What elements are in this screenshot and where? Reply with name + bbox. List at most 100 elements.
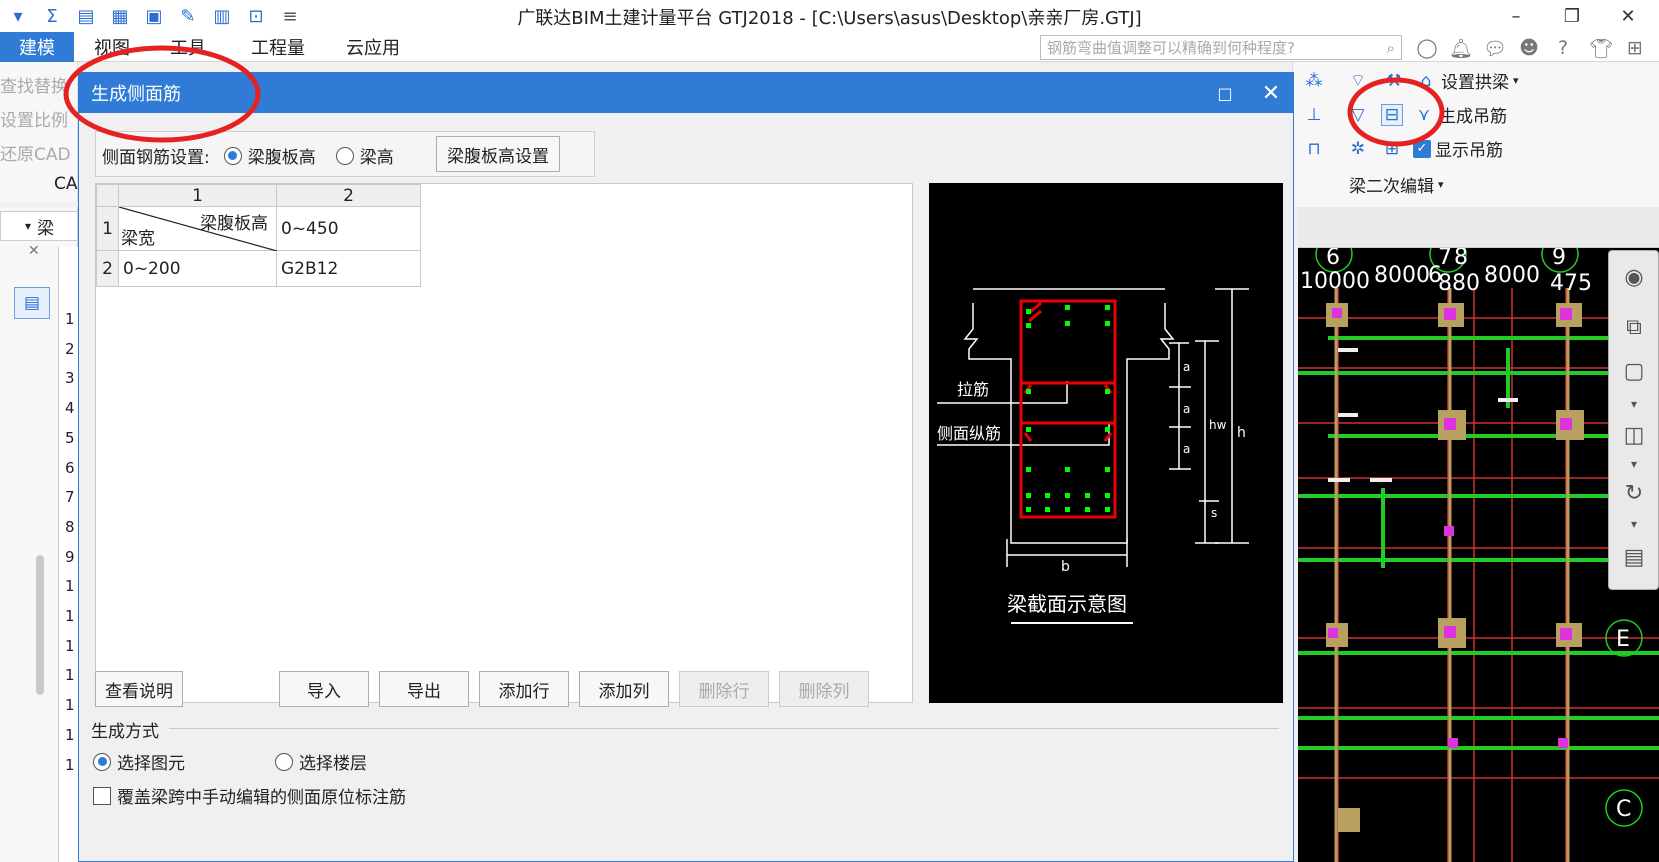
tab-view[interactable]: 视图 — [80, 32, 144, 62]
dim-text: 8000 — [1484, 263, 1540, 288]
row-header[interactable]: 1 — [96, 206, 119, 251]
close-button[interactable]: ✕ — [1606, 0, 1650, 32]
orbit-icon[interactable]: ◉ — [1614, 257, 1654, 297]
rotate-icon[interactable]: ↻ — [1614, 473, 1654, 513]
chevron-down-icon: ▾ — [25, 219, 32, 233]
scrollbar[interactable] — [36, 555, 44, 695]
property-panel-icon[interactable]: ▤ — [14, 287, 50, 319]
service-icon[interactable]: ☻ — [1515, 34, 1543, 62]
left-panel: ▾ 梁 ✕ ▤ 1234567891111111 — [0, 207, 78, 862]
column-header[interactable]: 1 — [118, 184, 277, 207]
snow-icon[interactable]: ✲ — [1347, 138, 1369, 160]
add-row-button[interactable]: 添加行 — [479, 671, 569, 707]
box-view-icon[interactable]: ◫ — [1614, 415, 1654, 455]
radio-label: 梁高 — [359, 148, 394, 168]
delete-column-button[interactable]: 删除列 — [779, 671, 869, 707]
checkbox-checked[interactable]: ✓ — [1413, 139, 1431, 158]
ribbon-set-scale[interactable]: 设置比例 — [0, 106, 78, 131]
radio-web-height[interactable]: 梁腹板高 — [223, 143, 316, 168]
restore-button[interactable]: ❐ — [1550, 0, 1594, 32]
close-icon[interactable]: ✕ — [1249, 73, 1293, 113]
beam-align-icon[interactable]: ⊥ — [1303, 104, 1325, 126]
side-rebar-icon[interactable]: ⊟ — [1381, 103, 1403, 126]
3d-view-icon[interactable]: ⧉ — [1614, 307, 1654, 347]
ribbon-restore-cad[interactable]: 还原CAD — [0, 140, 78, 165]
user-icon[interactable]: ◯ — [1413, 34, 1441, 62]
search-icon[interactable]: ⌕ — [1387, 39, 1395, 57]
hanger-icon[interactable]: ▽ — [1347, 104, 1369, 126]
ribbon-left: 查找替换 设置比例 还原CAD CA — [0, 62, 78, 202]
menu-bar: 建模 视图 工具 工程量 云应用 — [0, 32, 1659, 62]
dim-text: 10000 — [1300, 269, 1370, 294]
show-hanger-label[interactable]: 显示吊筋 — [1435, 136, 1503, 161]
chat-icon[interactable]: 💬︎ — [1481, 34, 1509, 62]
component-combo[interactable]: ▾ 梁 — [0, 211, 78, 241]
view-help-button[interactable]: 查看说明 — [95, 671, 183, 707]
table-cell[interactable]: 0~450 — [276, 206, 421, 251]
grid-select-icon[interactable]: ⊞ — [1381, 138, 1403, 160]
close-icon[interactable]: ✕ — [28, 243, 40, 259]
label-tie: 拉筋 — [957, 380, 989, 399]
bell-icon[interactable]: 🔔︎ — [1447, 34, 1475, 62]
chevron-down-icon[interactable]: ▾ — [1614, 457, 1654, 471]
dialog-title: 生成侧面筋 — [91, 84, 181, 105]
arch-beam-icon[interactable]: ⌂ — [1415, 70, 1437, 92]
skin-icon[interactable]: 👕︎ — [1587, 34, 1615, 62]
tab-cloud[interactable]: 云应用 — [330, 32, 416, 62]
diagram-caption: 梁截面示意图 — [1007, 592, 1127, 616]
gen-hanger-icon[interactable]: ⋎ — [1413, 104, 1435, 126]
table-cell[interactable]: G2B12 — [276, 250, 421, 287]
combo-value: 梁 — [37, 218, 55, 239]
row-header[interactable]: 2 — [96, 250, 119, 287]
chevron-down-icon[interactable]: ▾ — [1513, 74, 1519, 87]
minimize-button[interactable]: – — [1494, 0, 1538, 32]
radio-label: 选择楼层 — [299, 754, 367, 774]
import-button[interactable]: 导入 — [279, 671, 369, 707]
ribbon-find-replace[interactable]: 查找替换 — [0, 72, 78, 97]
plan-view-icon[interactable]: ▢ — [1614, 351, 1654, 391]
radio-label: 选择图元 — [117, 754, 185, 774]
chevron-down-icon[interactable]: ▾ — [1614, 517, 1654, 531]
override-checkbox[interactable]: 覆盖梁跨中手动编辑的侧面原位标注筋 — [93, 783, 406, 808]
divider — [169, 728, 1279, 729]
section-preview: 拉筋 侧面纵筋 a a a hw h s b 梁截面示意图 — [929, 183, 1283, 703]
rebar-setting-group: 侧面钢筋设置: 梁腹板高 梁高 梁腹板高设置 — [95, 131, 595, 177]
beam-span-icon[interactable]: ⌔ — [1347, 70, 1369, 92]
radio-beam-height[interactable]: 梁高 — [335, 143, 394, 168]
beam-edit-icon[interactable]: ⚒ — [1383, 70, 1405, 92]
dialog-title-bar: 生成侧面筋 — [79, 73, 1293, 113]
beam-tool-icon[interactable]: ⁂ — [1303, 70, 1325, 92]
chevron-down-icon[interactable]: ▾ — [1438, 178, 1444, 191]
search-input[interactable]: 钢筋弯曲值调整可以精确到何种程度? ⌕ — [1040, 35, 1402, 60]
beam-section-diagram: 拉筋 侧面纵筋 a a a hw h s b 梁截面示意图 — [937, 288, 1249, 624]
generate-hanger-button[interactable]: 生成吊筋 — [1439, 102, 1507, 127]
tab-modeling[interactable]: 建模 — [0, 32, 74, 62]
column-header[interactable]: 2 — [276, 184, 421, 207]
cad-drawing: 6 7 8 9 10000 8000 6 880 8000 475 E C — [1298, 248, 1659, 862]
tab-tools[interactable]: 工具 — [156, 32, 220, 62]
export-button[interactable]: 导出 — [379, 671, 469, 707]
table-cell[interactable]: 0~200 — [118, 250, 277, 287]
gen-option-select-floor[interactable]: 选择楼层 — [275, 749, 367, 776]
set-arch-beam-button[interactable]: 设置拱梁 — [1441, 68, 1509, 93]
chevron-down-icon[interactable]: ▾ — [1614, 397, 1654, 411]
gen-option-select-element[interactable]: 选择图元 — [93, 749, 185, 774]
axis-number: 9 — [1552, 248, 1566, 270]
tab-quantity[interactable]: 工程量 — [236, 32, 320, 62]
dim-text: 475 — [1550, 271, 1592, 296]
web-height-setting-button[interactable]: 梁腹板高设置 — [436, 136, 560, 172]
fullscreen-icon[interactable]: ⊞ — [1621, 34, 1649, 62]
radio-label: 梁腹板高 — [247, 148, 316, 168]
axis-number: 6 — [1326, 248, 1340, 270]
maximize-icon[interactable]: □ — [1203, 73, 1247, 113]
add-column-button[interactable]: 添加列 — [579, 671, 669, 707]
cad-canvas[interactable]: 6 7 8 9 10000 8000 6 880 8000 475 E C — [1298, 248, 1659, 862]
help-icon[interactable]: ? — [1549, 34, 1577, 62]
layer-icon[interactable]: ▤ — [1614, 537, 1654, 577]
ribbon-row-3: ⊓ ✲ ⊞ ✓ 显示吊筋 — [1303, 136, 1503, 162]
header-web-height: 梁腹板高 — [200, 214, 268, 234]
view-toolbar: ◉ ⧉ ▢ ▾ ◫ ▾ ↻ ▾ ▤ — [1608, 250, 1659, 590]
delete-row-button[interactable]: 删除行 — [679, 671, 769, 707]
beam-stair-icon[interactable]: ⊓ — [1303, 138, 1325, 160]
ribbon-group-label: 梁二次编辑 ▾ — [1349, 177, 1444, 197]
